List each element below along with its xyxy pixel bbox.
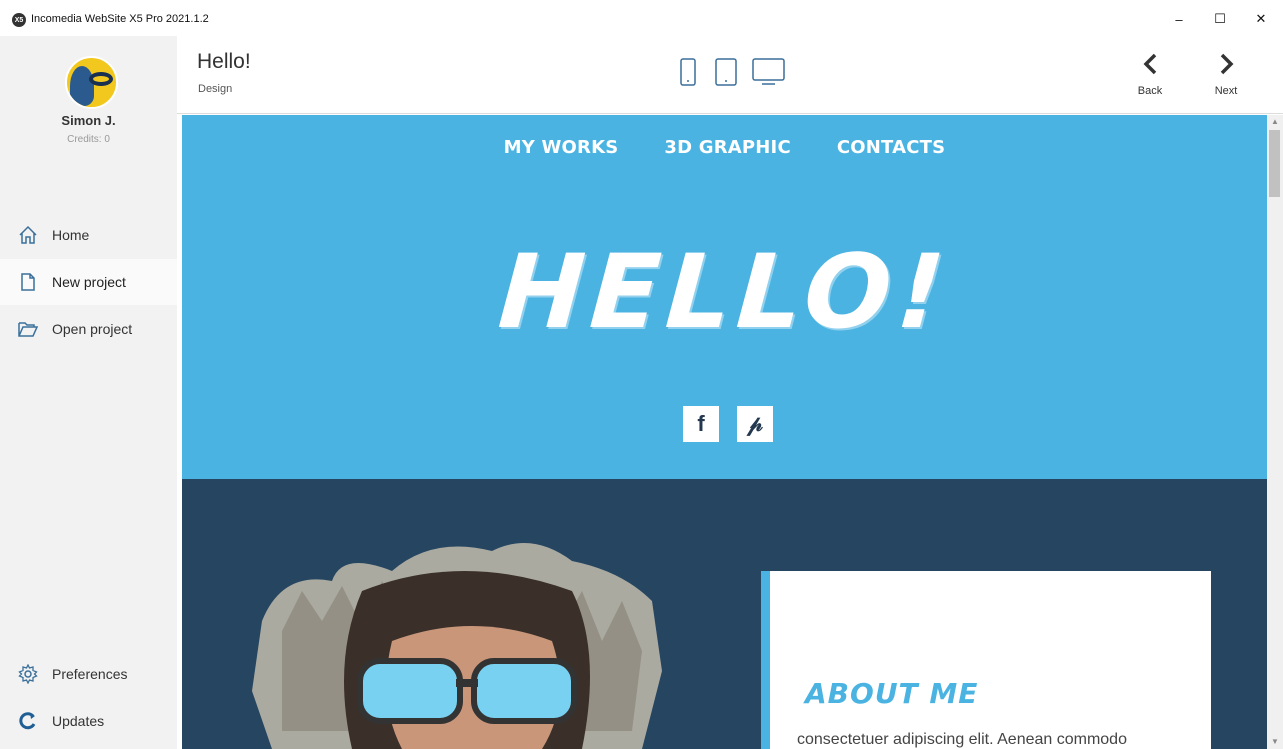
next-button[interactable]: Next: [1206, 52, 1246, 97]
back-label: Back: [1137, 85, 1163, 97]
about-title: ABOUT ME: [805, 677, 979, 710]
website-preview[interactable]: MY WORKS 3D GRAPHIC CONTACTS HELLO! f 𝓅 …: [182, 115, 1267, 749]
sidebar-item-preferences[interactable]: Preferences: [0, 651, 177, 697]
chevron-left-icon: [1143, 53, 1157, 75]
avatar-infinity-shape: [89, 72, 113, 86]
site-menu: MY WORKS 3D GRAPHIC CONTACTS: [182, 137, 1267, 158]
menu-item-contacts[interactable]: CONTACTS: [837, 137, 945, 158]
desktop-view-icon[interactable]: [752, 58, 785, 86]
window-title: Incomedia WebSite X5 Pro 2021.1.2: [31, 13, 209, 25]
next-label: Next: [1214, 85, 1238, 97]
maximize-button[interactable]: ☐: [1206, 8, 1234, 30]
close-button[interactable]: ✕: [1247, 8, 1275, 30]
sidebar-item-label: New project: [52, 274, 126, 290]
sidebar-item-label: Open project: [52, 321, 133, 337]
sidebar: Simon J. Credits: 0 Home New project Ope…: [0, 36, 177, 749]
avatar[interactable]: [65, 56, 118, 109]
about-card: ABOUT ME consectetuer adipiscing elit. A…: [761, 571, 1211, 749]
sidebar-item-home[interactable]: Home: [0, 212, 177, 258]
sidebar-item-open-project[interactable]: Open project: [0, 306, 177, 352]
refresh-icon: [19, 712, 36, 730]
portrait-image: [252, 543, 662, 749]
title-bar: X5 Incomedia WebSite X5 Pro 2021.1.2 – ☐…: [0, 0, 1283, 36]
sidebar-item-updates[interactable]: Updates: [0, 698, 177, 744]
back-button[interactable]: Back: [1130, 52, 1170, 97]
sidebar-item-new-project[interactable]: New project: [0, 259, 177, 305]
new-file-icon: [21, 273, 35, 291]
hero-section: MY WORKS 3D GRAPHIC CONTACTS HELLO! f 𝓅: [182, 115, 1267, 479]
facebook-icon[interactable]: f: [683, 406, 719, 442]
chevron-right-icon: [1220, 53, 1234, 75]
sidebar-item-label: Updates: [52, 713, 105, 729]
folder-open-icon: [18, 322, 38, 337]
menu-item-3d-graphic[interactable]: 3D GRAPHIC: [664, 137, 790, 158]
pinterest-icon[interactable]: 𝓅: [737, 406, 773, 442]
sidebar-item-label: Home: [52, 227, 90, 243]
menu-item-my-works[interactable]: MY WORKS: [504, 137, 619, 158]
home-icon: [19, 225, 37, 244]
minimize-button[interactable]: –: [1165, 8, 1193, 30]
smartphone-view-icon[interactable]: [680, 58, 696, 86]
user-credits: Credits: 0: [67, 134, 110, 145]
scroll-down-arrow-icon[interactable]: ▼: [1267, 735, 1283, 749]
app-logo-icon: X5: [12, 13, 26, 27]
scroll-thumb[interactable]: [1269, 130, 1280, 197]
hero-title: HELLO!: [495, 233, 954, 352]
preview-scrollbar[interactable]: ▲ ▼: [1267, 115, 1283, 749]
page-subtitle: Design: [198, 83, 233, 95]
avatar-person-shape: [70, 66, 94, 106]
header: Hello! Design Back Next: [177, 36, 1283, 114]
about-text: consectetuer adipiscing elit. Aenean com…: [797, 731, 1127, 748]
scroll-up-arrow-icon[interactable]: ▲: [1267, 115, 1283, 129]
gear-icon: [18, 664, 38, 684]
user-name: Simon J.: [61, 113, 116, 128]
sidebar-item-label: Preferences: [52, 666, 128, 682]
page-title: Hello!: [197, 50, 251, 73]
tablet-view-icon[interactable]: [715, 58, 737, 86]
